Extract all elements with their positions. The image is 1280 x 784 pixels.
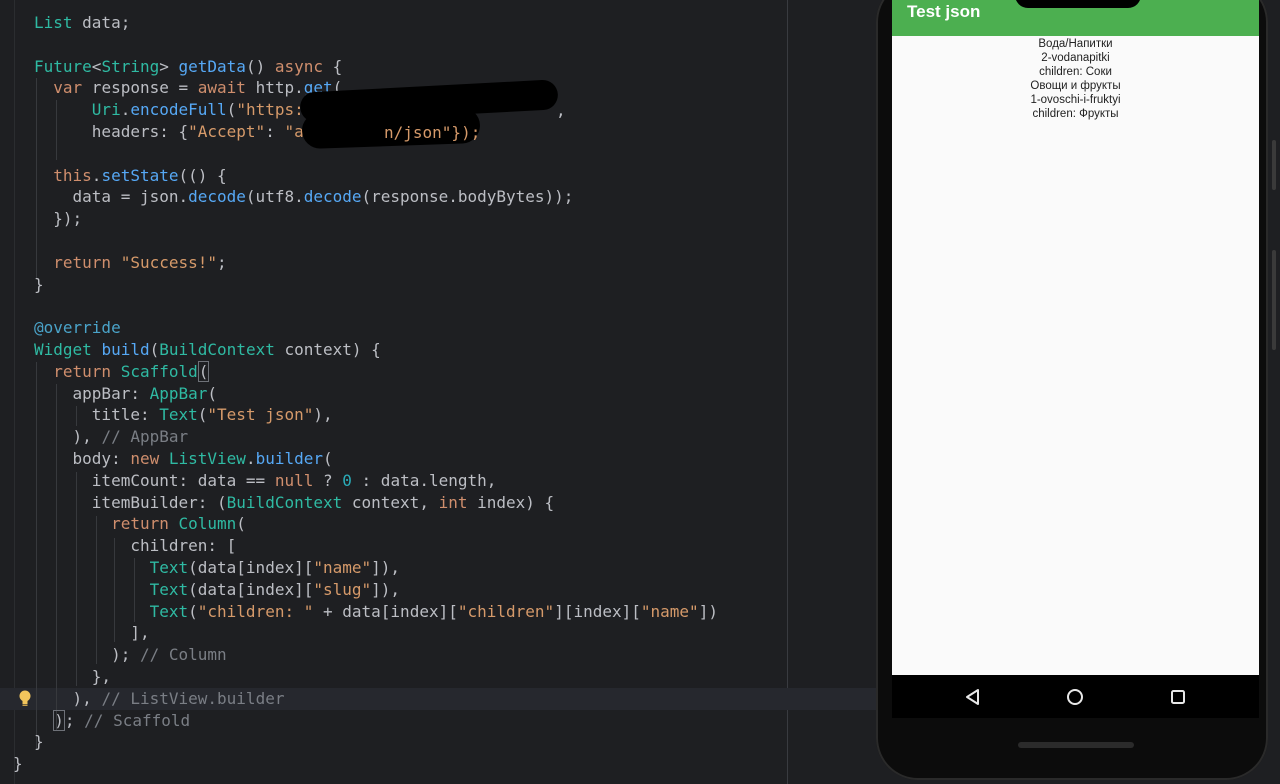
code-line[interactable]: return "Success!"; — [34, 252, 718, 274]
code-line[interactable]: return Column( — [34, 513, 718, 535]
code-line[interactable]: }); — [34, 208, 718, 230]
recents-square-icon[interactable] — [1167, 686, 1189, 708]
list-item-name: Овощи и фрукты — [1030, 80, 1121, 93]
code-line[interactable]: ); // Scaffold — [34, 709, 718, 732]
phone-power-button — [1272, 250, 1276, 350]
code-line[interactable]: ], — [34, 622, 718, 644]
list-item-children: children: Фрукты — [1032, 108, 1119, 121]
code-line[interactable]: children: [ — [34, 535, 718, 557]
right-margin-guide — [787, 0, 788, 784]
code-line[interactable] — [34, 230, 718, 252]
code-line[interactable]: data = json.decode(utf8.decode(response.… — [34, 186, 718, 208]
code-line[interactable]: }, — [34, 666, 718, 688]
list-item-name: Вода/Напитки — [1038, 38, 1113, 50]
code-line[interactable]: @override — [34, 317, 718, 339]
camera-notch — [1015, 0, 1141, 8]
back-triangle-icon[interactable] — [962, 686, 984, 708]
home-circle-icon[interactable] — [1064, 686, 1086, 708]
phone-screen: Test json Вода/Напитки 2-vodanapitki chi… — [892, 0, 1259, 718]
phone-speaker-grille — [1018, 742, 1134, 748]
code-line[interactable]: } — [34, 731, 718, 753]
code-line[interactable]: ), // ListView.builder — [34, 688, 718, 710]
code-line[interactable]: appBar: AppBar( — [34, 383, 718, 405]
code-line[interactable] — [34, 34, 718, 56]
code-line[interactable]: body: new ListView.builder( — [34, 448, 718, 470]
lightbulb-icon[interactable] — [17, 689, 33, 709]
code-line[interactable]: itemCount: data == null ? 0 : data.lengt… — [34, 470, 718, 492]
url-trailing-comma: , — [556, 101, 566, 120]
code-line[interactable]: List data; — [34, 12, 718, 34]
app-bar: Test json — [892, 0, 1259, 36]
list-item-children: children: Соки — [1039, 66, 1112, 79]
gutter-divider — [14, 0, 15, 784]
phone-volume-button — [1272, 140, 1276, 190]
app-bar-title: Test json — [907, 2, 981, 21]
closing-brace: } — [13, 754, 23, 773]
code-line[interactable]: } — [34, 274, 718, 296]
code-line[interactable]: itemBuilder: (BuildContext context, int … — [34, 492, 718, 514]
code-line[interactable] — [34, 295, 718, 317]
list-item-slug: 2-vodanapitki — [1041, 52, 1110, 65]
code-line[interactable]: Text(data[index]["slug"]), — [34, 579, 718, 601]
code-line[interactable]: title: Text("Test json"), — [34, 404, 718, 426]
code-line[interactable]: ), // AppBar — [34, 426, 718, 448]
code-line[interactable]: return Scaffold( — [34, 360, 718, 383]
code-line[interactable]: ); // Column — [34, 644, 718, 666]
list-view[interactable]: Вода/Напитки 2-vodanapitki children: Сок… — [892, 37, 1259, 122]
code-line[interactable]: Text(data[index]["name"]), — [34, 557, 718, 579]
code-line[interactable]: Future<String> getData() async { — [34, 56, 718, 78]
code-line[interactable]: Text("children: " + data[index]["childre… — [34, 601, 718, 623]
code-editor[interactable]: List data; Future<String> getData() asyn… — [0, 0, 878, 784]
android-nav-bar — [892, 675, 1259, 718]
partially-redacted-text: n/json"}); — [384, 123, 481, 142]
code-line[interactable]: Widget build(BuildContext context) { — [34, 339, 718, 361]
list-item-slug: 1-ovoschi-i-fruktyi — [1030, 94, 1121, 107]
code-line[interactable]: this.setState(() { — [34, 165, 718, 187]
